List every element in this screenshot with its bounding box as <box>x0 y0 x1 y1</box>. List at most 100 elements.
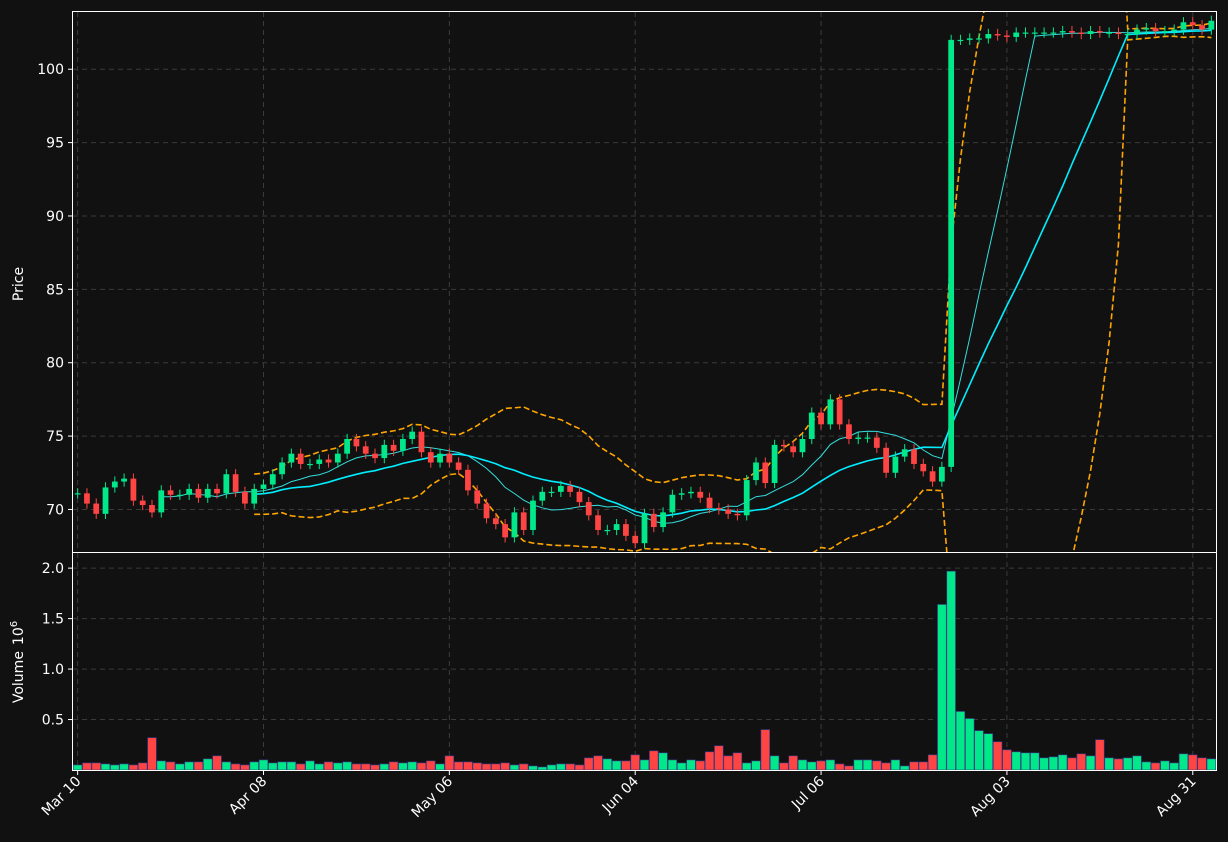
candle-body <box>539 491 546 501</box>
volume-bar <box>686 759 696 771</box>
candle-body <box>1078 32 1085 35</box>
volume-bar <box>342 761 352 771</box>
candle-body <box>688 491 694 494</box>
volume-bar <box>844 765 854 771</box>
volume-bar <box>797 759 808 771</box>
volume-bar <box>1104 757 1114 771</box>
volume-bar <box>268 762 278 771</box>
candle-body <box>334 453 341 463</box>
volume-bar <box>658 752 668 771</box>
volume-bar <box>361 763 371 771</box>
volume-bar <box>584 757 594 771</box>
price-tick-label: 85 <box>46 282 64 298</box>
volume-bar <box>537 766 547 771</box>
volume-bar <box>937 604 947 771</box>
candle-body <box>678 493 685 495</box>
volume-bar <box>138 762 148 771</box>
volume-bar <box>714 745 724 771</box>
candle-body <box>223 474 230 494</box>
candle-body <box>1096 31 1103 33</box>
volume-bar <box>918 761 928 771</box>
volume-bar <box>314 763 324 771</box>
candle-body <box>920 463 927 472</box>
volume-bar <box>472 762 482 771</box>
volume-tick-label: 1.0 <box>42 662 64 678</box>
volume-bar <box>723 755 733 771</box>
volume-bar <box>1067 757 1077 771</box>
volume-bar <box>156 760 166 771</box>
volume-bar <box>677 762 687 771</box>
volume-bar <box>230 763 241 771</box>
candle-body <box>938 466 945 482</box>
candle-body <box>530 500 536 530</box>
volume-bar <box>732 752 743 771</box>
candle-body <box>409 431 416 440</box>
candle-body <box>325 459 332 463</box>
candle-body <box>176 494 183 496</box>
volume-bar <box>834 763 845 771</box>
candle-body <box>111 481 118 488</box>
candle-body <box>1124 34 1131 36</box>
candle-body <box>1115 32 1122 35</box>
candle-body <box>1031 32 1038 34</box>
volume-bar <box>1095 739 1105 771</box>
volume-bar <box>73 764 83 771</box>
volume-bar <box>983 733 993 771</box>
volume-bar <box>453 761 464 771</box>
candle-body <box>418 431 425 453</box>
volume-bar <box>296 763 306 771</box>
candle-body <box>966 38 973 40</box>
candle-body <box>1152 28 1159 32</box>
volume-tick-label: 1.5 <box>42 612 64 628</box>
price-axis-label: Price <box>11 267 27 301</box>
volume-tick-label: 2.0 <box>42 561 64 577</box>
candle-body <box>474 490 481 504</box>
candle-body <box>381 444 388 459</box>
volume-bar <box>119 763 129 771</box>
volume-bar <box>509 764 520 771</box>
candle-body <box>260 484 267 489</box>
volume-bar <box>444 755 455 771</box>
candle-body <box>929 471 936 482</box>
candle-body <box>1106 32 1113 34</box>
volume-bar <box>528 765 538 771</box>
candle-body <box>288 453 295 463</box>
candle-body <box>492 518 499 525</box>
price-tick-label: 100 <box>37 62 64 78</box>
candle-body <box>1134 29 1140 35</box>
candle-body <box>279 462 285 475</box>
candle-body <box>725 509 732 514</box>
volume-tick-label: 0.5 <box>42 713 64 729</box>
volume-bar <box>82 762 92 771</box>
volume-bar <box>946 570 956 771</box>
candle-body <box>892 456 899 473</box>
volume-bar <box>1113 758 1124 771</box>
candle-body <box>585 502 592 516</box>
volume-bar <box>574 764 585 771</box>
candle-body <box>214 488 220 494</box>
volume-bar <box>807 761 817 771</box>
volume-bar <box>370 764 380 771</box>
candle-body <box>715 507 722 510</box>
volume-bar <box>500 762 510 771</box>
candle-body <box>808 412 815 440</box>
candle-body <box>976 38 982 40</box>
volume-bar <box>379 763 389 771</box>
volume-bar <box>546 764 557 771</box>
candle-body <box>641 513 648 544</box>
candle-body <box>242 491 248 504</box>
candle-body <box>74 493 81 495</box>
candle-body <box>864 437 871 439</box>
candle-body <box>400 439 406 451</box>
candle-body <box>1180 22 1187 30</box>
volume-bar <box>900 765 910 771</box>
price-tick-label: 75 <box>46 429 64 445</box>
candle-body <box>901 449 908 457</box>
candle-body <box>502 524 508 538</box>
volume-bar <box>816 760 826 771</box>
volume-bar <box>621 760 631 771</box>
candle-body <box>818 412 824 425</box>
volume-bar <box>128 764 139 771</box>
volume-bar <box>1030 752 1040 771</box>
candle-body <box>158 490 165 513</box>
